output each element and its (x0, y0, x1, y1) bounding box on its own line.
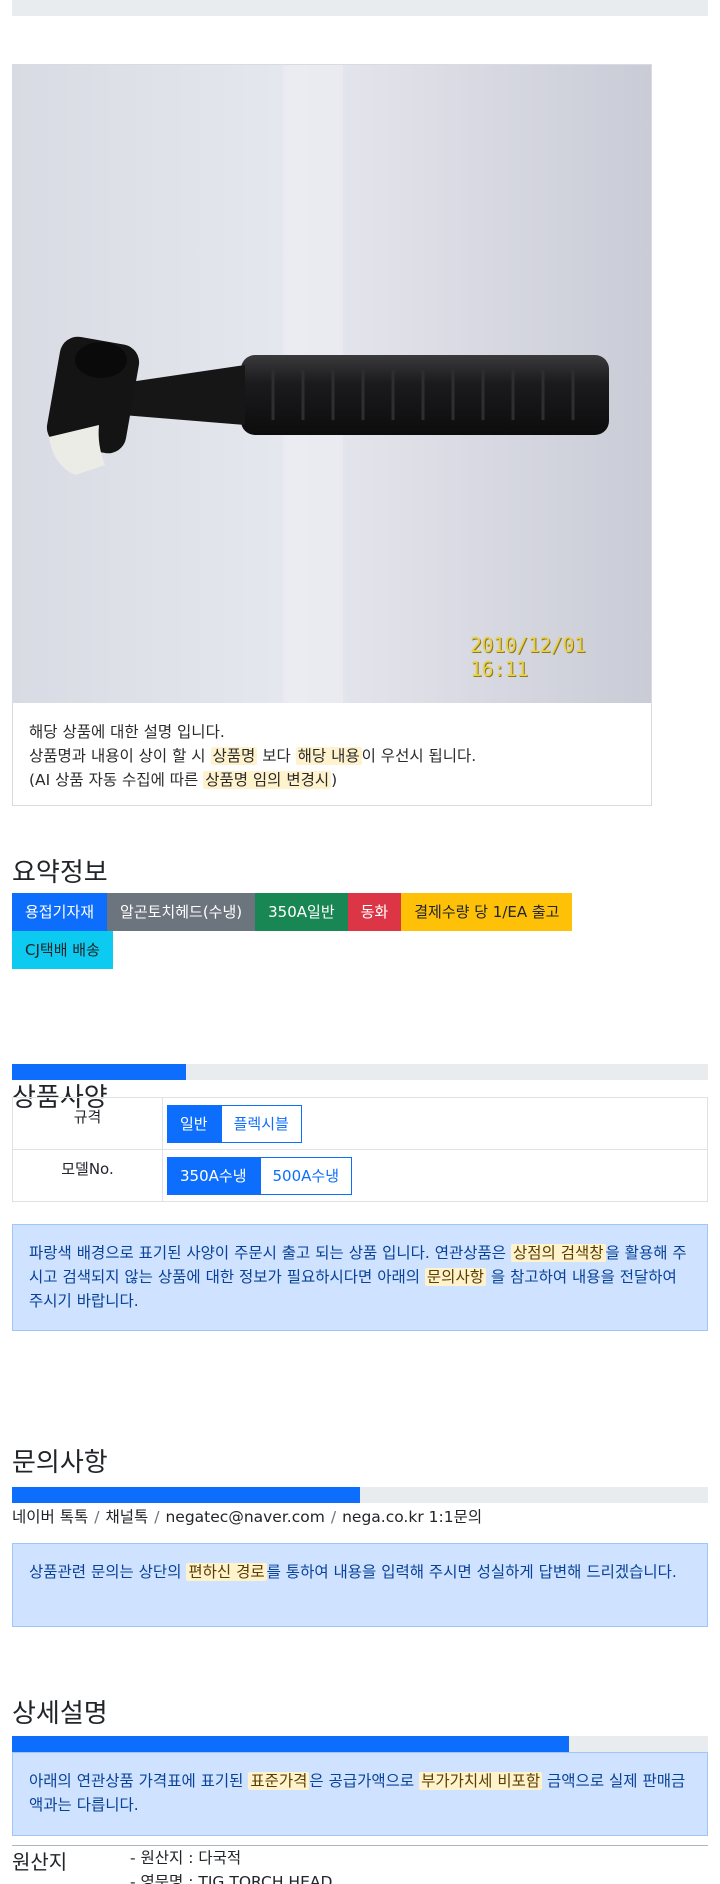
spec-label-model: 모델No. (12, 1149, 163, 1202)
badge-shipping: CJ택배 배송 (12, 931, 113, 969)
badge-category: 용접기자재 (12, 893, 108, 931)
spec-row-model: 모델No. 350A수냉 500A수냉 (12, 1149, 708, 1202)
model-options: 350A수냉 500A수냉 (167, 1156, 352, 1195)
product-description: 해당 상품에 대한 설명 입니다. 상품명과 내용이 상이 할 시 상품명 보다… (29, 723, 477, 789)
link-channeltalk[interactable]: 채널톡 (105, 1508, 148, 1526)
origin-item-english-name: - 영문명 : TIG TORCH HEAD (130, 1873, 333, 1884)
detail-notice: 아래의 연관상품 가격표에 표기된 표준가격 은 공급가액으로 부가가치세 비포함… (12, 1752, 708, 1836)
link-email[interactable]: negatec@naver.com (165, 1508, 324, 1526)
product-card: 2010/12/01 16:11 해당 상품에 대한 설명 입니다. 상품명과 … (12, 64, 652, 806)
option-flexible[interactable]: 플렉시블 (220, 1104, 302, 1143)
summary-badges: 용접기자재 알곤토치헤드(수냉) 350A일반 동화 결제수량 당 1/EA 출… (12, 893, 622, 969)
summary-title: 요약정보 (12, 858, 108, 888)
inquiry-progress-fill (12, 1487, 360, 1503)
origin-list: - 원산지 : 다국적 - 영문명 : TIG TORCH HEAD (130, 1846, 332, 1884)
option-500a[interactable]: 500A수냉 (259, 1156, 352, 1195)
inquiry-progress (12, 1487, 708, 1503)
origin-divider (12, 1845, 708, 1846)
detail-title: 상세설명 (12, 1699, 108, 1729)
inquiry-links: 네이버 톡톡 / 채널톡 / negatec@naver.com / nega.co.kr … (12, 1508, 483, 1526)
inquiry-notice: 상품관련 문의는 상단의 편하신 경로 를 통하여 내용을 입력해 주시면 성실하… (12, 1543, 708, 1627)
tig-torch-image (46, 65, 609, 703)
detail-progress-fill (12, 1736, 569, 1752)
origin-title: 원산지 (12, 1850, 68, 1874)
size-options: 일반 플렉시블 (167, 1104, 302, 1143)
spec-row-size: 규격 일반 플렉시블 (12, 1097, 708, 1150)
inquiry-title: 문의사항 (12, 1448, 108, 1478)
top-progress-bar (12, 0, 708, 16)
link-naver-talktalk[interactable]: 네이버 톡톡 (12, 1508, 88, 1526)
badge-quantity: 결제수량 당 1/EA 출고 (401, 893, 573, 931)
spec-progress (12, 1064, 708, 1080)
option-350a[interactable]: 350A수냉 (167, 1156, 260, 1195)
spec-table: 규격 일반 플렉시블 모델No. 350A수냉 500A수냉 (12, 1097, 708, 1202)
spec-notice: 파랑색 배경으로 표기된 사양이 주문시 출고 되는 상품 입니다. 연관상품은… (12, 1224, 708, 1331)
badge-spec: 350A일반 (255, 893, 348, 931)
link-site-inquiry[interactable]: nega.co.kr 1:1문의 (342, 1508, 482, 1526)
origin-item-country: - 원산지 : 다국적 (130, 1849, 242, 1867)
spec-label-size: 규격 (12, 1097, 163, 1150)
detail-progress (12, 1736, 708, 1752)
photo-timestamp: 2010/12/01 16:11 (470, 633, 586, 681)
badge-product-type: 알곤토치헤드(수냉) (107, 893, 256, 931)
option-general[interactable]: 일반 (167, 1104, 221, 1143)
product-photo: 2010/12/01 16:11 (13, 65, 651, 703)
badge-brand: 동화 (347, 893, 402, 931)
